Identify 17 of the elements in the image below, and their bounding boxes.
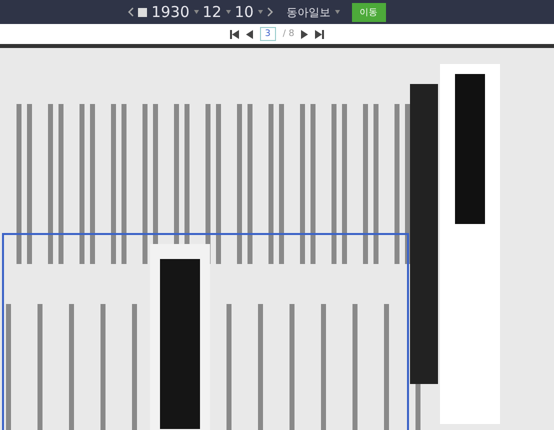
- dropdown-icon[interactable]: [334, 10, 340, 14]
- page-total: / 8: [282, 29, 294, 39]
- day-select[interactable]: 10: [234, 3, 254, 21]
- next-page-icon[interactable]: [301, 30, 308, 38]
- previous-page-icon[interactable]: [246, 30, 253, 38]
- first-page-icon[interactable]: [230, 30, 239, 38]
- last-page-icon[interactable]: [315, 30, 324, 38]
- calendar-icon[interactable]: [138, 8, 148, 16]
- dropdown-icon[interactable]: [194, 10, 198, 14]
- next-icon[interactable]: [266, 7, 273, 17]
- dropdown-icon[interactable]: [226, 10, 231, 14]
- page-field[interactable]: 3: [260, 27, 276, 41]
- month-select[interactable]: 12: [202, 3, 222, 21]
- previous-icon[interactable]: [128, 7, 134, 17]
- dropdown-icon[interactable]: [258, 10, 263, 14]
- newspaper-select[interactable]: 동아일보: [286, 4, 331, 20]
- year-select[interactable]: 1930: [151, 3, 190, 21]
